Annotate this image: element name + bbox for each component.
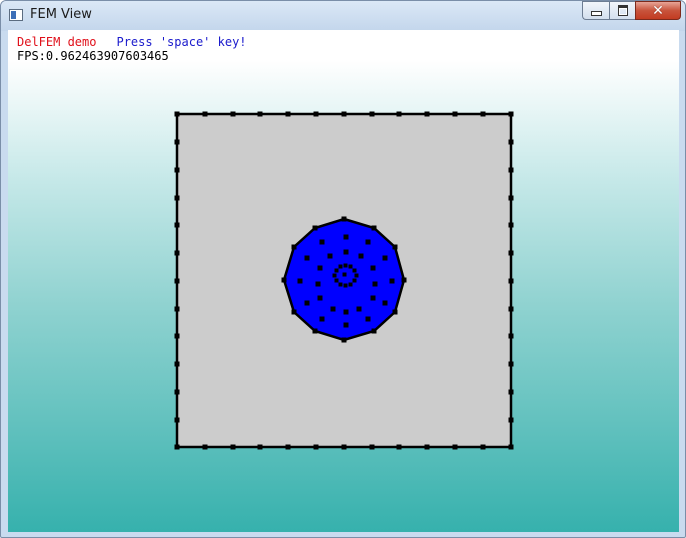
app-window: FEM View ✕ DelFEM demo Press 'space' key!…	[0, 0, 686, 538]
maximize-button[interactable]	[609, 1, 635, 20]
window-icon[interactable]	[9, 9, 23, 21]
fem-mesh-canvas[interactable]	[8, 30, 679, 532]
title-bar[interactable]: FEM View ✕	[1, 1, 685, 31]
close-icon: ✕	[652, 2, 664, 19]
render-viewport[interactable]: DelFEM demo Press 'space' key! FPS:0.9624…	[8, 30, 679, 532]
minimize-button[interactable]	[582, 1, 609, 20]
window-title: FEM View	[30, 7, 92, 22]
close-button[interactable]: ✕	[635, 1, 681, 20]
minimize-icon	[590, 11, 602, 16]
maximize-icon	[617, 5, 628, 16]
window-controls: ✕	[582, 1, 681, 21]
